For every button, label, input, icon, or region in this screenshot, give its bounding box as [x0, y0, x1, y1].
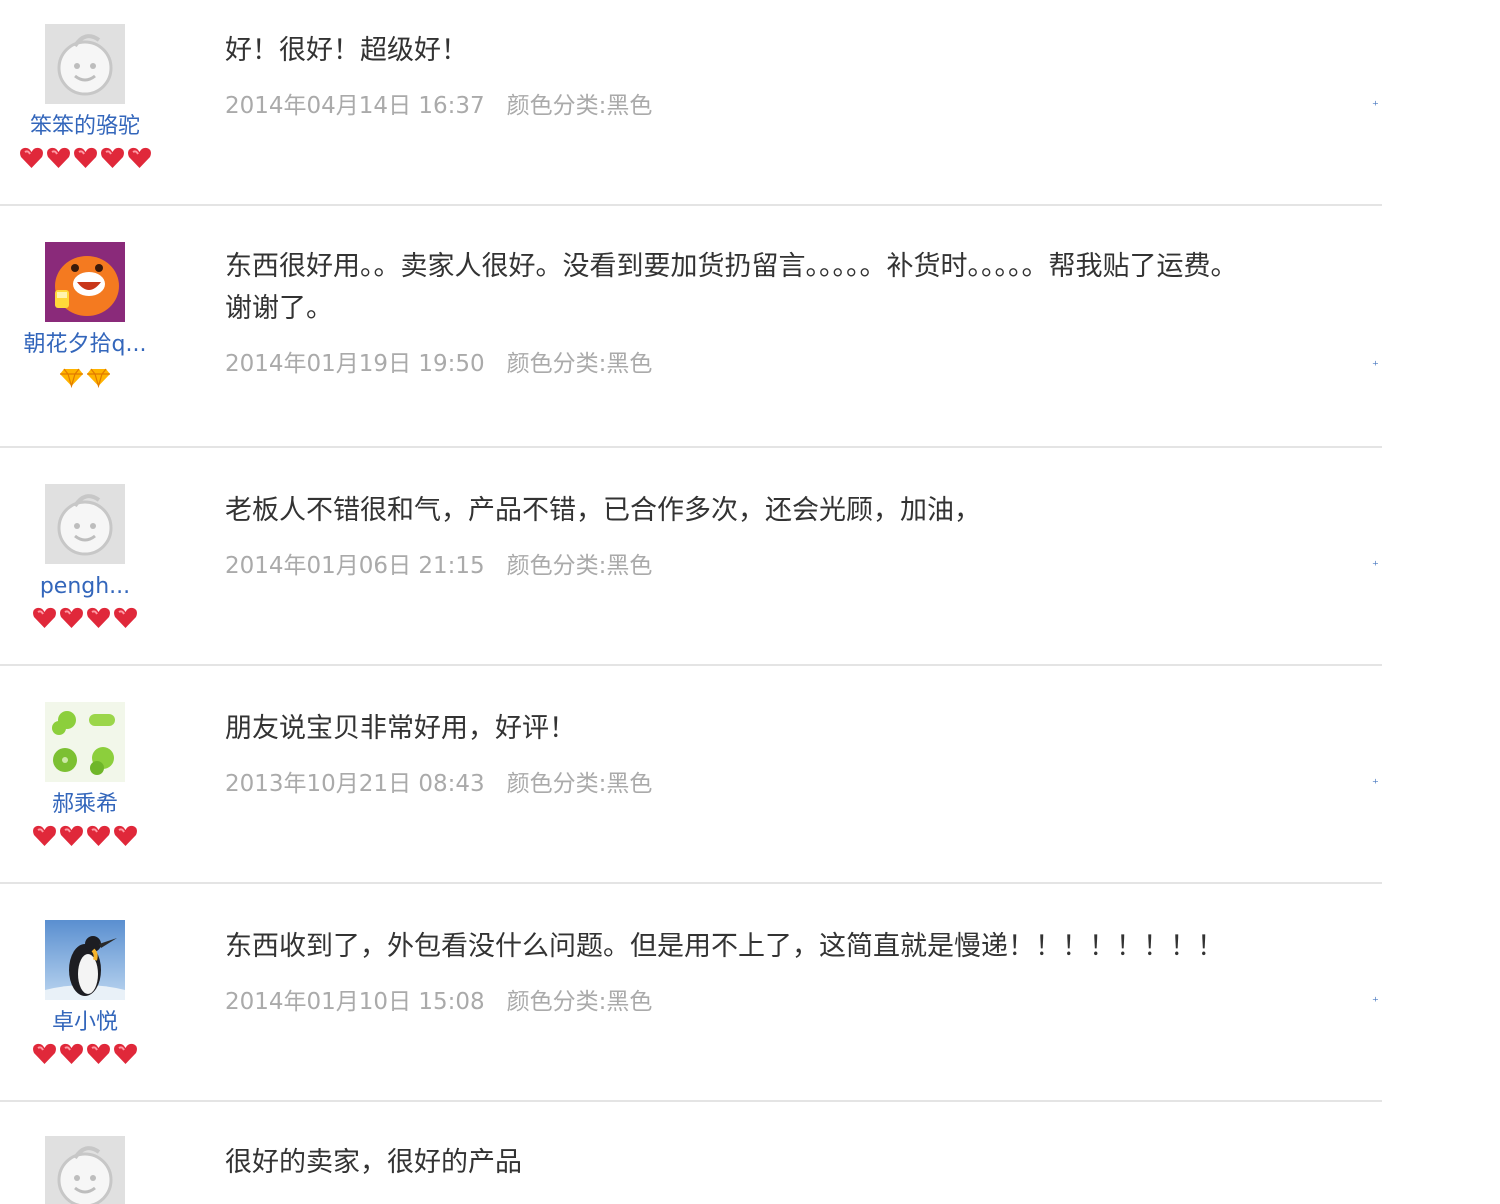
- red-heart-icon: [33, 825, 56, 846]
- review-sku: 颜色分类:黑色: [506, 93, 653, 119]
- red-heart-icon: [114, 1043, 137, 1064]
- review-sku: 颜色分类:黑色: [506, 553, 653, 579]
- review-sku: 颜色分类:黑色: [506, 989, 653, 1015]
- green-clover-avatar-icon[interactable]: [45, 702, 125, 782]
- review-comment: 东西收到了，外包看没什么问题。但是用不上了，这简直就是慢递！！！！！！！！: [225, 931, 1224, 962]
- red-heart-icon: [60, 607, 83, 628]
- review-date: 2014年04月14日 16:37: [225, 93, 485, 119]
- red-heart-icon: [114, 825, 137, 846]
- orange-cartoon-avatar-icon[interactable]: [45, 242, 125, 322]
- red-heart-icon: [127, 147, 151, 168]
- red-heart-icon: [87, 1043, 110, 1064]
- review-item: pengh... 老板人不错很和气，产品不错，已合作多次，还会光顾，加油， 20…: [0, 448, 1382, 666]
- review-date: 2014年01月19日 19:50: [225, 351, 485, 377]
- reviewer-nickname[interactable]: pengh...: [0, 574, 170, 600]
- default-avatar-icon[interactable]: [45, 484, 125, 564]
- reviewer-info: 郝乘希: [0, 702, 170, 848]
- review-item: 郝乘希 朋友说宝贝非常好用，好评！ 2013年10月21日 08:43 颜色分类:…: [0, 666, 1382, 884]
- review-comment: 很好的卖家，很好的产品: [225, 1147, 522, 1178]
- red-heart-icon: [100, 147, 124, 168]
- credit-badges: [0, 146, 170, 170]
- review-list: 笨笨的骆驼 好！很好！超级好！ 2014年04月14日 16:37 颜色分类:黑色…: [0, 0, 1382, 1204]
- yellow-diamond-icon: [87, 368, 110, 388]
- reviewer-nickname[interactable]: 卓小悦: [0, 1010, 170, 1036]
- red-heart-icon: [46, 147, 70, 168]
- red-heart-icon: [73, 147, 97, 168]
- more-arrow-icon[interactable]: ⁺: [1372, 360, 1380, 374]
- reviewer-info: [0, 1136, 170, 1204]
- review-sku: 颜色分类:黑色: [506, 771, 653, 797]
- review-comment: 老板人不错很和气，产品不错，已合作多次，还会光顾，加油，: [225, 495, 981, 526]
- review-content: 朋友说宝贝非常好用，好评！ 2013年10月21日 08:43 颜色分类:黑色: [225, 708, 1382, 798]
- review-date: 2014年01月06日 21:15: [225, 553, 485, 579]
- review-meta: 2014年04月14日 16:37 颜色分类:黑色: [225, 86, 1382, 120]
- more-arrow-icon[interactable]: ⁺: [1372, 560, 1380, 574]
- review-date: 2013年10月21日 08:43: [225, 771, 485, 797]
- reviewer-nickname[interactable]: 笨笨的骆驼: [0, 114, 170, 140]
- reviewer-nickname[interactable]: 朝花夕拾q...: [0, 332, 170, 358]
- review-content: 老板人不错很和气，产品不错，已合作多次，还会光顾，加油， 2014年01月06日…: [225, 490, 1382, 580]
- review-meta: 2014年01月06日 21:15 颜色分类:黑色: [225, 546, 1382, 580]
- reviewer-nickname[interactable]: 郝乘希: [0, 792, 170, 818]
- red-heart-icon: [87, 825, 110, 846]
- credit-badges: [0, 364, 170, 388]
- penguin-avatar-icon[interactable]: [45, 920, 125, 1000]
- red-heart-icon: [33, 607, 56, 628]
- review-item: 笨笨的骆驼 好！很好！超级好！ 2014年04月14日 16:37 颜色分类:黑色…: [0, 0, 1382, 206]
- yellow-diamond-icon: [60, 368, 83, 388]
- review-meta: 2013年10月21日 08:43 颜色分类:黑色: [225, 764, 1382, 798]
- review-comment: 朋友说宝贝非常好用，好评！: [225, 713, 576, 744]
- review-meta: 2014年01月10日 15:08 颜色分类:黑色: [225, 982, 1382, 1016]
- reviewer-info: 笨笨的骆驼: [0, 24, 170, 170]
- review-content: 东西收到了，外包看没什么问题。但是用不上了，这简直就是慢递！！！！！！！！ 20…: [225, 926, 1382, 1016]
- default-avatar-icon[interactable]: [45, 1136, 125, 1204]
- red-heart-icon: [19, 147, 43, 168]
- review-comment: 东西很好用。。卖家人很好。没看到要加货扔留言。。。。。补货时。。。。。帮我贴了运…: [225, 251, 1238, 324]
- red-heart-icon: [87, 607, 110, 628]
- credit-badges: [0, 606, 170, 630]
- red-heart-icon: [114, 607, 137, 628]
- review-date: 2014年01月10日 15:08: [225, 989, 485, 1015]
- credit-badges: [0, 1042, 170, 1066]
- reviewer-info: 卓小悦: [0, 920, 170, 1066]
- more-arrow-icon[interactable]: ⁺: [1372, 778, 1380, 792]
- review-comment: 好！很好！超级好！: [225, 35, 468, 66]
- red-heart-icon: [60, 825, 83, 846]
- review-item: 很好的卖家，很好的产品: [0, 1102, 1382, 1204]
- review-content: 东西很好用。。卖家人很好。没看到要加货扔留言。。。。。补货时。。。。。帮我贴了运…: [225, 246, 1382, 378]
- review-item: 朝花夕拾q... 东西很好用。。卖家人很好。没看到要加货扔留言。。。。。补货时。…: [0, 206, 1382, 448]
- review-meta: 2014年01月19日 19:50 颜色分类:黑色: [225, 344, 1382, 378]
- reviewer-info: 朝花夕拾q...: [0, 242, 170, 388]
- credit-badges: [0, 824, 170, 848]
- review-content: 好！很好！超级好！ 2014年04月14日 16:37 颜色分类:黑色: [225, 30, 1382, 120]
- more-arrow-icon[interactable]: ⁺: [1372, 996, 1380, 1010]
- review-item: 卓小悦 东西收到了，外包看没什么问题。但是用不上了，这简直就是慢递！！！！！！！…: [0, 884, 1382, 1102]
- reviewer-info: pengh...: [0, 484, 170, 630]
- review-sku: 颜色分类:黑色: [506, 351, 653, 377]
- default-avatar-icon[interactable]: [45, 24, 125, 104]
- more-arrow-icon[interactable]: ⁺: [1372, 100, 1380, 114]
- red-heart-icon: [33, 1043, 56, 1064]
- review-content: 很好的卖家，很好的产品: [225, 1142, 1382, 1184]
- red-heart-icon: [60, 1043, 83, 1064]
